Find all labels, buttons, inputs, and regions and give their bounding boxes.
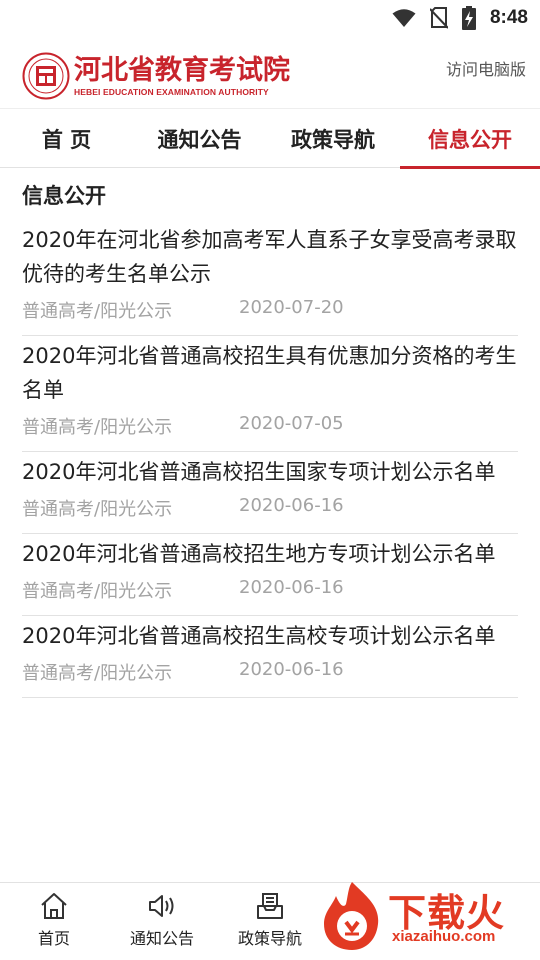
nav-home[interactable]: 首页 [0, 883, 108, 960]
news-date: 2020-06-16 [239, 659, 344, 680]
news-date: 2020-07-20 [239, 297, 344, 318]
tab-policy[interactable]: 政策导航 [266, 109, 400, 168]
nav-policy[interactable]: 政策导航 [216, 883, 324, 960]
logo-cn: 河北省教育考试院 [74, 54, 290, 86]
home-icon [41, 893, 67, 919]
news-category: 普通高考/阳光公示 [22, 301, 173, 322]
list-item[interactable]: 2020年河北省普通高校招生具有优惠加分资格的考生名单 普通高考/阳光公示 20… [22, 336, 518, 452]
news-category: 普通高考/阳光公示 [22, 663, 173, 684]
news-date: 2020-06-16 [239, 577, 344, 598]
desktop-version-link[interactable]: 访问电脑版 [446, 56, 526, 80]
logo-en: HEBEI EDUCATION EXAMINATION AUTHORITY [74, 86, 269, 97]
inbox-icon [257, 893, 283, 919]
app-header: 河北省教育考试院 HEBEI EDUCATION EXAMINATION AUT… [0, 36, 540, 108]
news-meta: 普通高考/阳光公示 2020-07-05 [22, 407, 518, 451]
logo-text: 河北省教育考试院 HEBEI EDUCATION EXAMINATION AUT… [74, 54, 290, 97]
news-title[interactable]: 2020年河北省普通高校招生国家专项计划公示名单 [22, 452, 518, 489]
news-title[interactable]: 2020年在河北省参加高考军人直系子女享受高考录取优待的考生名单公示 [22, 220, 518, 291]
news-title[interactable]: 2020年河北省普通高校招生高校专项计划公示名单 [22, 616, 518, 653]
status-time: 8:48 [489, 7, 528, 28]
news-meta: 普通高考/阳光公示 2020-07-20 [22, 291, 518, 335]
tab-bar: 首 页 通知公告 政策导航 信息公开 [0, 108, 540, 169]
list-item[interactable]: 2020年河北省普通高校招生高校专项计划公示名单 普通高考/阳光公示 2020-… [22, 616, 518, 698]
news-date: 2020-07-05 [239, 413, 344, 434]
nav-label: 政策导航 [237, 929, 302, 948]
watermark: 下载火 xiazaihuo.com [314, 878, 536, 954]
status-bar: 8:48 [0, 0, 540, 36]
battery-charging-icon [461, 6, 476, 30]
news-category: 普通高考/阳光公示 [22, 499, 173, 520]
news-title[interactable]: 2020年河北省普通高校招生地方专项计划公示名单 [22, 534, 518, 571]
list-item[interactable]: 2020年河北省普通高校招生国家专项计划公示名单 普通高考/阳光公示 2020-… [22, 452, 518, 534]
tab-notices[interactable]: 通知公告 [133, 109, 266, 168]
list-item[interactable]: 2020年河北省普通高校招生地方专项计划公示名单 普通高考/阳光公示 2020-… [22, 534, 518, 616]
tab-info-disclosure[interactable]: 信息公开 [400, 109, 540, 169]
news-meta: 普通高考/阳光公示 2020-06-16 [22, 571, 518, 615]
news-title[interactable]: 2020年河北省普通高校招生具有优惠加分资格的考生名单 [22, 336, 518, 407]
news-meta: 普通高考/阳光公示 2020-06-16 [22, 653, 518, 697]
news-category: 普通高考/阳光公示 [22, 581, 173, 602]
section-title: 信息公开 [22, 184, 106, 208]
nav-notices[interactable]: 通知公告 [108, 883, 216, 960]
logo[interactable]: 河北省教育考试院 HEBEI EDUCATION EXAMINATION AUT… [22, 52, 290, 100]
nav-label: 通知公告 [129, 929, 194, 948]
news-category: 普通高考/阳光公示 [22, 417, 173, 438]
flame-logo-icon [324, 882, 379, 950]
speaker-icon [149, 895, 174, 917]
news-meta: 普通高考/阳光公示 2020-06-16 [22, 489, 518, 533]
news-list: 2020年在河北省参加高考军人直系子女享受高考录取优待的考生名单公示 普通高考/… [0, 220, 540, 698]
seal-icon [22, 52, 70, 100]
nav-label: 首页 [37, 929, 70, 948]
wifi-icon [392, 8, 416, 28]
tab-home[interactable]: 首 页 [0, 109, 133, 168]
list-item[interactable]: 2020年在河北省参加高考军人直系子女享受高考录取优待的考生名单公示 普通高考/… [22, 220, 518, 336]
news-date: 2020-06-16 [239, 495, 344, 516]
watermark-url: xiazaihuo.com [392, 928, 496, 945]
no-sim-icon [429, 7, 448, 29]
